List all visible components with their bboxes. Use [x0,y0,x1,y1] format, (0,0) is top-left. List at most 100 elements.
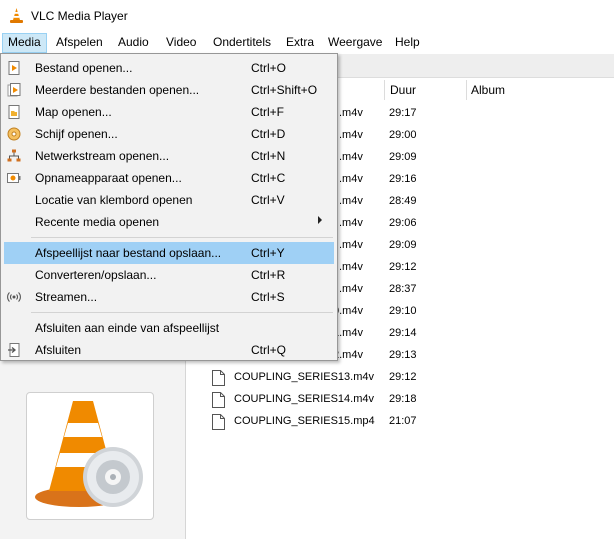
playlist-item-duration: 29:17 [389,107,417,119]
menu-item-quit[interactable]: Afsluiten Ctrl+Q [4,339,334,361]
menu-help[interactable]: Help [390,33,425,53]
menu-item-stream[interactable]: Streamen... Ctrl+S [4,286,334,308]
menu-media[interactable]: Media [2,33,47,53]
window-title: VLC Media Player [31,9,128,23]
menu-item-shortcut: Ctrl+S [251,290,285,304]
playlist-item-duration: 29:18 [389,393,417,405]
playlist-item-title: COUPLING_SERIES14.m4v [234,393,374,405]
menu-separator [31,237,333,238]
exit-icon [8,343,20,357]
playlist-item-title: .m4v [339,283,363,295]
menu-item-shortcut: Ctrl+Y [251,246,285,260]
file-icon [212,414,225,430]
menu-item-shortcut: Ctrl+O [251,61,287,75]
menu-item-open-folder[interactable]: Map openen... Ctrl+F [4,101,334,123]
network-icon [7,149,21,162]
column-header-album[interactable]: Album [471,79,505,101]
menu-bar: Media Afspelen Audio Video Ondertitels E… [0,33,614,53]
menu-item-shortcut: Ctrl+V [251,193,285,207]
playlist-row[interactable]: COUPLING_SERIES14.m4v 29:18 [187,389,614,411]
menu-item-open-capture[interactable]: Opnameapparaat openen... Ctrl+C [4,167,334,189]
playlist-row[interactable]: COUPLING_SERIES15.mp4 21:07 [187,411,614,433]
menu-item-open-network[interactable]: Netwerkstream openen... Ctrl+N [4,145,334,167]
menu-item-label: Meerdere bestanden openen... [35,83,200,97]
playlist-item-title: .m4v [339,261,363,273]
menu-item-shortcut: Ctrl+F [251,105,284,119]
menu-item-label: Streamen... [35,290,98,304]
playlist-item-title: .m4v [339,129,363,141]
menu-item-open-clipboard[interactable]: Locatie van klembord openen Ctrl+V [4,189,334,211]
menu-item-label: Afsluiten aan einde van afspeellijst [35,321,220,335]
menu-item-label: Opnameapparaat openen... [35,171,182,185]
vlc-cone-disc-icon [35,401,143,507]
playlist-item-duration: 21:07 [389,415,417,427]
menu-item-recent-media[interactable]: Recente media openen [4,211,334,233]
menu-item-convert-save[interactable]: Converteren/opslaan... Ctrl+R [4,264,334,286]
playlist-item-title: .m4v [339,239,363,251]
menu-item-shortcut: Ctrl+Q [251,343,287,357]
playlist-item-title: COUPLING_SERIES13.m4v [234,371,374,383]
menu-item-label: Converteren/opslaan... [35,268,157,282]
playlist-item-duration: 29:14 [389,327,417,339]
vlc-cone-icon [10,8,23,23]
menu-video[interactable]: Video [161,33,201,53]
playlist-item-duration: 29:12 [389,371,417,383]
menu-item-open-file[interactable]: Bestand openen... Ctrl+O [4,57,334,79]
column-separator [384,80,385,100]
files-play-icon [7,83,21,97]
submenu-arrow-icon [318,216,322,224]
playlist-item-duration: 29:06 [389,217,417,229]
stream-icon [7,292,21,302]
playlist-item-duration: 28:49 [389,195,417,207]
column-separator [466,80,467,100]
playlist-item-duration: 29:09 [389,151,417,163]
menu-item-label: Schijf openen... [35,127,118,141]
menu-weergave[interactable]: Weergave [323,33,387,53]
menu-item-label: Netwerkstream openen... [35,149,170,163]
menu-item-open-disc[interactable]: Schijf openen... Ctrl+D [4,123,334,145]
menu-item-open-multiple[interactable]: Meerdere bestanden openen... Ctrl+Shift+… [4,79,334,101]
menu-item-shortcut: Ctrl+C [251,171,286,185]
playlist-item-title: .m4v [339,151,363,163]
column-header-duration[interactable]: Duur [390,79,416,101]
menu-extra[interactable]: Extra [281,33,319,53]
playlist-item-duration: 29:16 [389,173,417,185]
menu-item-label: Recente media openen [35,215,160,229]
album-art [26,392,154,520]
playlist-item-duration: 29:12 [389,261,417,273]
file-icon [212,370,225,386]
menu-item-label: Locatie van klembord openen [35,193,193,207]
menu-item-label: Bestand openen... [35,61,133,75]
menu-item-shortcut: Ctrl+R [251,268,286,282]
folder-icon [8,105,20,119]
media-menu-dropdown: Bestand openen... Ctrl+O Meerdere bestan… [0,53,338,361]
file-play-icon [8,61,20,75]
disc-icon [7,127,21,141]
file-icon [212,392,225,408]
menu-item-shortcut: Ctrl+Shift+O [251,83,318,97]
title-bar: VLC Media Player [0,0,614,31]
menu-ondertitels[interactable]: Ondertitels [208,33,276,53]
menu-afspelen[interactable]: Afspelen [51,33,108,53]
playlist-item-duration: 29:00 [389,129,417,141]
menu-item-label: Afspeellijst naar bestand opslaan... [35,246,222,260]
playlist-row[interactable]: COUPLING_SERIES13.m4v 29:12 [187,367,614,389]
playlist-item-duration: 29:10 [389,305,417,317]
capture-device-icon [7,173,21,183]
playlist-item-title: COUPLING_SERIES15.mp4 [234,415,375,427]
playlist-item-duration: 29:09 [389,239,417,251]
menu-item-shortcut: Ctrl+N [251,149,286,163]
menu-item-shortcut: Ctrl+D [251,127,286,141]
playlist-item-title: .m4v [339,107,363,119]
menu-item-quit-at-end[interactable]: Afsluiten aan einde van afspeellijst [4,317,334,339]
menu-item-label: Map openen... [35,105,112,119]
playlist-item-duration: 28:37 [389,283,417,295]
playlist-item-title: .m4v [339,217,363,229]
menu-audio[interactable]: Audio [113,33,154,53]
playlist-item-duration: 29:13 [389,349,417,361]
menu-item-label: Afsluiten [35,343,82,357]
playlist-item-title: .m4v [339,173,363,185]
playlist-item-title: .m4v [339,195,363,207]
menu-item-save-playlist[interactable]: Afspeellijst naar bestand opslaan... Ctr… [4,242,334,264]
menu-separator [31,312,333,313]
